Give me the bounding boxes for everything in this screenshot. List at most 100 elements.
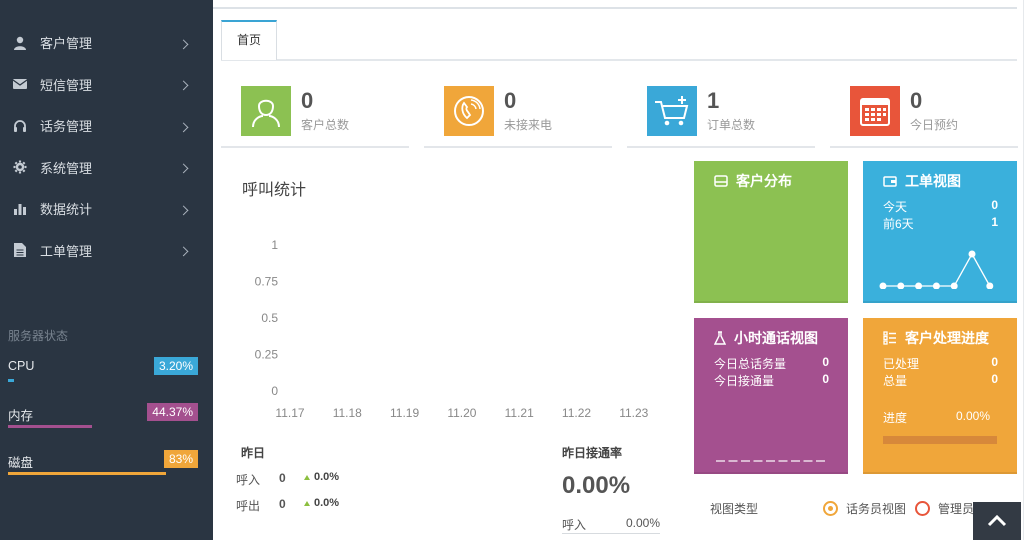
sidebar-item-workorder[interactable]: 工单管理 bbox=[0, 230, 213, 272]
customer-total-label: 客户总数 bbox=[301, 118, 350, 132]
radio-operator-label: 话务员视图 bbox=[846, 502, 907, 516]
sidebar-item-label: 工单管理 bbox=[40, 243, 93, 259]
connect-rate-row-value: 0.00% bbox=[625, 516, 660, 530]
chevron-right-icon bbox=[178, 39, 189, 50]
tile-bottom-edge bbox=[863, 472, 1017, 474]
tile-bottom-edge bbox=[694, 301, 848, 303]
radio-admin-view[interactable]: 管理员 bbox=[915, 500, 974, 517]
memory-stat: 内存 44.37% bbox=[8, 403, 198, 428]
tab-home[interactable]: 首页 bbox=[221, 20, 277, 60]
up-arrow-icon bbox=[304, 475, 310, 480]
page-scrollbar[interactable] bbox=[1023, 0, 1028, 540]
workorder-today-row: 今天 0 bbox=[883, 198, 998, 215]
phone-icon bbox=[444, 86, 494, 136]
memory-badge: 44.37% bbox=[147, 403, 198, 421]
today-appointments-label: 今日预约 bbox=[910, 118, 959, 132]
envelope-icon bbox=[12, 76, 28, 92]
sidebar-item-statistics[interactable]: 数据统计 bbox=[0, 188, 213, 230]
sidebar-item-label: 客户管理 bbox=[40, 36, 93, 52]
radio-unselected-icon bbox=[915, 501, 930, 516]
workorder-today-value: 0 bbox=[991, 198, 998, 212]
tile-customer-distribution[interactable]: 客户分布 bbox=[694, 161, 848, 303]
tile-customer-progress[interactable]: 客户处理进度 已处理 0 总量 0 进度 0.00% bbox=[863, 318, 1017, 474]
hourly-connected-value: 0 bbox=[822, 372, 829, 386]
workorder-sparkline bbox=[879, 250, 994, 289]
card-customer-total[interactable]: 0 客户总数 bbox=[221, 82, 409, 148]
sidebar-item-label: 话务管理 bbox=[40, 119, 93, 135]
card-missed-calls[interactable]: 0 未接来电 bbox=[424, 82, 612, 148]
hourly-chart-baseline bbox=[716, 460, 825, 462]
hourly-total-label: 今日总话务量 bbox=[714, 357, 787, 371]
tile-bottom-edge bbox=[863, 301, 1017, 303]
x-tick-label: 11.23 bbox=[619, 406, 648, 420]
tile-hourly-calls[interactable]: 小时通话视图 今日总话务量 0 今日接通量 0 bbox=[694, 318, 848, 474]
inbound-change: 0.0% bbox=[314, 471, 340, 483]
cpu-label: CPU bbox=[8, 359, 35, 373]
radio-selected-icon bbox=[823, 501, 838, 516]
sparkline-point bbox=[932, 282, 940, 289]
customer-progress-title: 客户处理进度 bbox=[905, 330, 989, 346]
memory-progress-fill bbox=[8, 425, 93, 428]
progress-percent-label: 进度 bbox=[883, 411, 908, 425]
disk-stat: 磁盘 83% bbox=[8, 450, 198, 475]
y-tick-label: 0 bbox=[271, 384, 278, 398]
connect-rate-row: 呼入 0.00% bbox=[562, 516, 660, 534]
progress-handled-label: 已处理 bbox=[883, 357, 920, 371]
cpu-progress-track bbox=[8, 379, 198, 382]
sidebar-item-customer[interactable]: 客户管理 bbox=[0, 22, 213, 64]
disk-badge: 83% bbox=[163, 450, 198, 468]
progress-bar-track bbox=[883, 436, 997, 444]
missed-calls-label: 未接来电 bbox=[504, 118, 553, 132]
sidebar-item-sms[interactable]: 短信管理 bbox=[0, 64, 213, 106]
chevron-right-icon bbox=[178, 80, 189, 91]
connect-rate-title: 昨日接通率 bbox=[562, 446, 623, 460]
outbound-value: 0 bbox=[279, 497, 286, 511]
sidebar-item-system[interactable]: 系统管理 bbox=[0, 147, 213, 189]
card-today-appointments[interactable]: 0 今日预约 bbox=[830, 82, 1018, 148]
person-icon bbox=[241, 86, 291, 136]
radio-operator-view[interactable]: 话务员视图 bbox=[823, 500, 906, 517]
calendar-icon bbox=[850, 86, 900, 136]
customer-distribution-title: 客户分布 bbox=[736, 173, 792, 189]
today-appointments-value: 0 bbox=[910, 88, 923, 113]
sidebar-item-label: 系统管理 bbox=[40, 160, 93, 176]
tile-bottom-edge bbox=[694, 472, 848, 474]
sparkline-point bbox=[879, 282, 887, 289]
headset-icon bbox=[12, 118, 28, 134]
cpu-stat: CPU 3.20% bbox=[8, 357, 198, 382]
connect-rate-value: 0.00% bbox=[562, 472, 631, 499]
bar-chart-icon bbox=[12, 201, 28, 217]
connect-rate-row-label: 呼入 bbox=[562, 518, 587, 532]
x-tick-label: 11.21 bbox=[505, 406, 534, 420]
radio-admin-label: 管理员 bbox=[938, 502, 975, 516]
gear-icon bbox=[12, 159, 28, 175]
wallet-icon bbox=[883, 175, 897, 187]
order-total-value: 1 bbox=[707, 88, 720, 113]
progress-total-label: 总量 bbox=[883, 374, 908, 388]
progress-total-row: 总量 0 bbox=[883, 372, 998, 389]
tile-workorder-view[interactable]: 工单视图 今天 0 前6天 1 bbox=[863, 161, 1017, 303]
tile-header: 客户分布 bbox=[714, 171, 792, 191]
sparkline-point bbox=[897, 282, 905, 289]
progress-handled-value: 0 bbox=[991, 355, 998, 369]
chevron-right-icon bbox=[178, 205, 189, 216]
view-type-label: 视图类型 bbox=[710, 502, 759, 516]
tile-header: 工单视图 bbox=[883, 171, 961, 191]
drive-icon bbox=[714, 175, 728, 187]
x-tick-label: 11.17 bbox=[275, 406, 304, 420]
x-tick-label: 11.18 bbox=[333, 406, 362, 420]
hourly-calls-title: 小时通话视图 bbox=[734, 330, 818, 346]
progress-handled-row: 已处理 0 bbox=[883, 355, 998, 372]
sidebar-item-telephony[interactable]: 话务管理 bbox=[0, 105, 213, 147]
header-divider bbox=[213, 7, 1017, 9]
main-content: 首页 0 客户总数 0 未接来电 1 订单总数 0 今日预约 呼叫统计 1 0.7… bbox=[213, 0, 1028, 540]
x-tick-label: 11.19 bbox=[390, 406, 419, 420]
y-tick-label: 0.25 bbox=[255, 348, 279, 362]
order-total-label: 订单总数 bbox=[707, 118, 756, 132]
chevron-right-icon bbox=[178, 122, 189, 133]
chevron-right-icon bbox=[178, 163, 189, 174]
disk-progress-fill bbox=[8, 472, 166, 475]
scroll-to-top-button[interactable] bbox=[973, 502, 1021, 540]
inbound-label: 呼入 bbox=[236, 473, 261, 487]
card-order-total[interactable]: 1 订单总数 bbox=[627, 82, 815, 148]
